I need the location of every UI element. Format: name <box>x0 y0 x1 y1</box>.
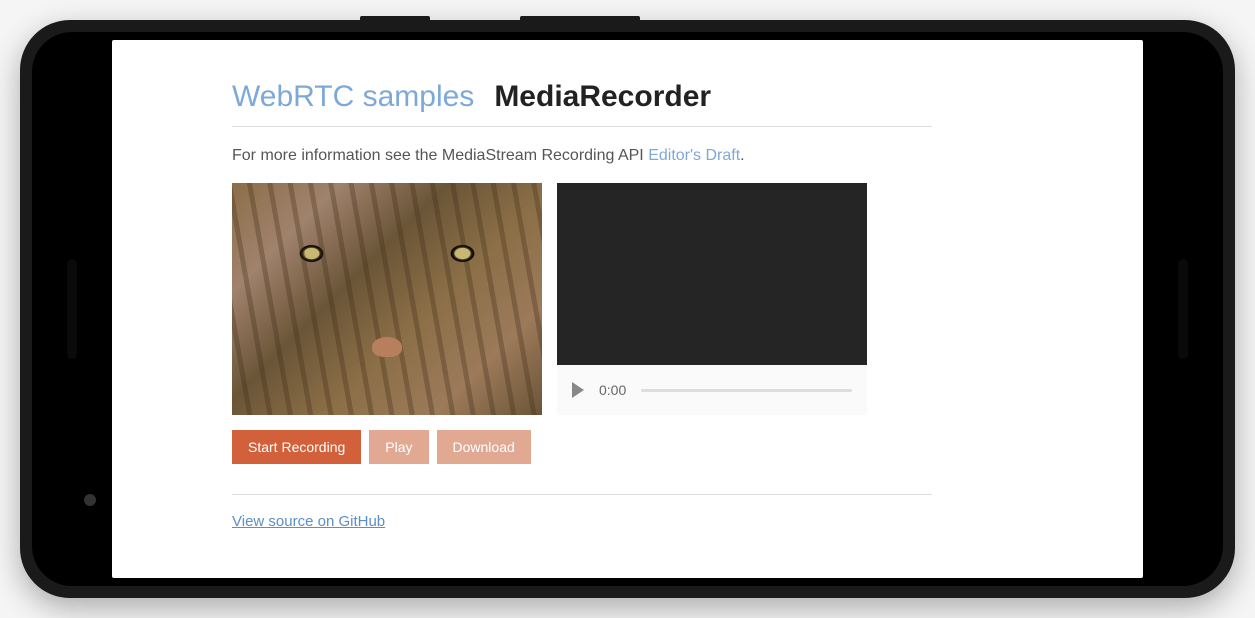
page-header: WebRTC samples MediaRecorder <box>232 80 932 127</box>
webrtc-samples-link[interactable]: WebRTC samples <box>232 80 474 114</box>
page-footer: View source on GitHub <box>232 494 932 531</box>
page-title: MediaRecorder <box>494 80 711 114</box>
power-button <box>360 16 430 20</box>
recorded-video-player[interactable]: 0:00 <box>557 183 867 415</box>
page-content: WebRTC samples MediaRecorder For more in… <box>232 80 932 531</box>
speaker-left <box>67 259 77 359</box>
editors-draft-link[interactable]: Editor's Draft <box>648 147 740 164</box>
view-source-github-link[interactable]: View source on GitHub <box>232 513 385 530</box>
video-time-display: 0:00 <box>599 382 626 398</box>
description-suffix: . <box>740 147 744 164</box>
video-controls-bar: 0:00 <box>557 365 867 415</box>
phone-device-frame: WebRTC samples MediaRecorder For more in… <box>20 20 1235 598</box>
video-progress-bar[interactable] <box>641 389 852 392</box>
phone-bezel: WebRTC samples MediaRecorder For more in… <box>32 32 1223 586</box>
volume-button <box>520 16 640 20</box>
screen-content: WebRTC samples MediaRecorder For more in… <box>112 40 1143 578</box>
front-camera <box>84 494 96 506</box>
cat-preview-image <box>232 183 542 415</box>
download-button[interactable]: Download <box>437 430 531 464</box>
camera-preview-video[interactable] <box>232 183 542 415</box>
play-button[interactable]: Play <box>369 430 428 464</box>
play-icon[interactable] <box>572 382 584 398</box>
description-text: For more information see the MediaStream… <box>232 147 932 165</box>
video-row: 0:00 <box>232 183 932 415</box>
speaker-right <box>1178 259 1188 359</box>
description-prefix: For more information see the MediaStream… <box>232 147 648 164</box>
button-row: Start Recording Play Download <box>232 430 932 464</box>
video-canvas <box>557 183 867 365</box>
start-recording-button[interactable]: Start Recording <box>232 430 361 464</box>
